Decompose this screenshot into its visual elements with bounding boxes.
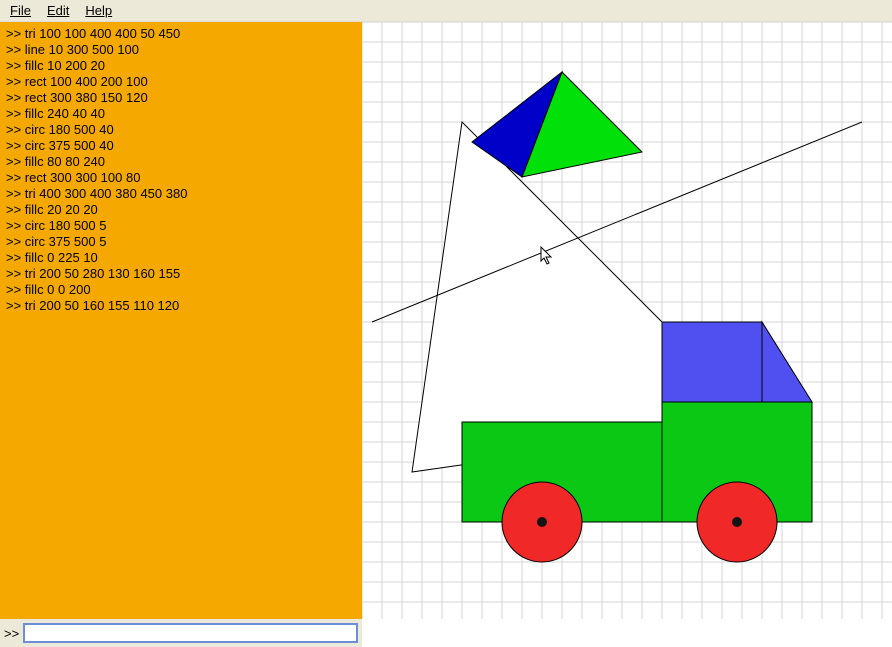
console-line: >> fillc 0 0 200: [6, 282, 356, 298]
left-panel: >> tri 100 100 400 400 50 450>> line 10 …: [0, 22, 362, 647]
console-line: >> fillc 80 80 240: [6, 154, 356, 170]
prompt-symbol: >>: [4, 626, 19, 641]
console-line: >> rect 100 400 200 100: [6, 74, 356, 90]
menu-help[interactable]: Help: [79, 2, 118, 19]
menu-edit[interactable]: Edit: [41, 2, 75, 19]
console-line: >> circ 375 500 40: [6, 138, 356, 154]
menu-file-label: File: [10, 3, 31, 18]
input-bar: >>: [0, 619, 362, 647]
console-line: >> fillc 10 200 20: [6, 58, 356, 74]
console-line: >> tri 200 50 160 155 110 120: [6, 298, 356, 314]
console-line: >> fillc 240 40 40: [6, 106, 356, 122]
command-input[interactable]: [23, 623, 358, 643]
drawing-canvas[interactable]: [362, 22, 892, 647]
console-line: >> circ 375 500 5: [6, 234, 356, 250]
console-line: >> circ 180 500 40: [6, 122, 356, 138]
menu-edit-label: Edit: [47, 3, 69, 18]
console-line: >> line 10 300 500 100: [6, 42, 356, 58]
menubar: File Edit Help: [0, 0, 892, 22]
canvas-svg: [362, 22, 892, 619]
menu-file[interactable]: File: [4, 2, 37, 19]
console-line: >> rect 300 380 150 120: [6, 90, 356, 106]
console-output: >> tri 100 100 400 400 50 450>> line 10 …: [0, 22, 362, 619]
console-line: >> tri 100 100 400 400 50 450: [6, 26, 356, 42]
console-line: >> circ 180 500 5: [6, 218, 356, 234]
app-body: >> tri 100 100 400 400 50 450>> line 10 …: [0, 22, 892, 647]
console-line: >> fillc 20 20 20: [6, 202, 356, 218]
console-line: >> tri 400 300 400 380 450 380: [6, 186, 356, 202]
console-line: >> rect 300 300 100 80: [6, 170, 356, 186]
menu-help-label: Help: [85, 3, 112, 18]
console-line: >> tri 200 50 280 130 160 155: [6, 266, 356, 282]
console-line: >> fillc 0 225 10: [6, 250, 356, 266]
